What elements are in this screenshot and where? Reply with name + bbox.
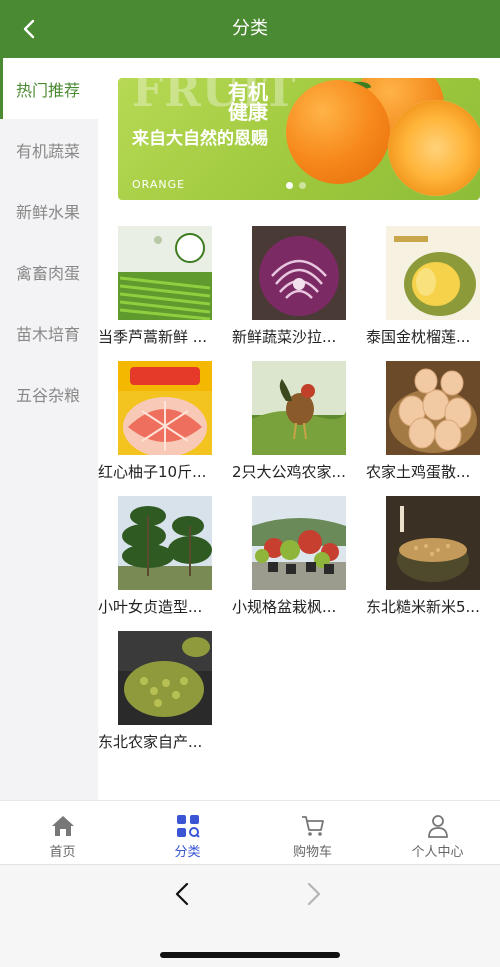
- carousel-dot[interactable]: [299, 182, 306, 189]
- sidebar-item-label: 新鲜水果: [16, 202, 81, 222]
- sidebar-item-fruit[interactable]: 新鲜水果: [0, 180, 98, 241]
- product-card[interactable]: 新鲜蔬菜沙拉...: [232, 226, 366, 361]
- product-image: [386, 361, 480, 455]
- product-name: 当季芦蒿新鲜 ...: [98, 328, 208, 346]
- app-header: 分类: [0, 0, 500, 58]
- product-card[interactable]: 小叶女贞造型...: [98, 496, 232, 631]
- home-icon: [50, 813, 76, 839]
- carousel-dots[interactable]: [286, 182, 306, 189]
- sidebar-item-label: 禽畜肉蛋: [16, 263, 81, 283]
- sidebar-item-organic-veg[interactable]: 有机蔬菜: [0, 119, 98, 180]
- product-image: [386, 226, 480, 320]
- tab-home[interactable]: 首页: [0, 801, 125, 864]
- tab-label: 首页: [49, 845, 76, 860]
- home-indicator: [160, 952, 340, 958]
- product-name: 农家土鸡蛋散...: [366, 463, 471, 481]
- sidebar-item-label: 有机蔬菜: [16, 141, 81, 161]
- banner-slogan: 来自大自然的恩赐: [132, 129, 268, 149]
- browser-toolbar: [0, 864, 500, 967]
- tab-label: 个人中心: [411, 845, 464, 860]
- product-card[interactable]: 小规格盆栽枫...: [232, 496, 366, 631]
- sidebar-item-seedlings[interactable]: 苗木培育: [0, 302, 98, 363]
- orange-image: [286, 80, 390, 184]
- product-card[interactable]: 农家土鸡蛋散...: [366, 361, 500, 496]
- sidebar-item-grains[interactable]: 五谷杂粮: [0, 363, 98, 424]
- tab-category[interactable]: 分类: [125, 801, 250, 864]
- tab-profile[interactable]: 个人中心: [375, 801, 500, 864]
- sidebar-item-meat-eggs[interactable]: 禽畜肉蛋: [0, 241, 98, 302]
- product-name: 新鲜蔬菜沙拉...: [232, 328, 337, 346]
- browser-forward-button[interactable]: [300, 881, 326, 907]
- product-card[interactable]: 东北农家自产...: [98, 631, 232, 766]
- product-image: [252, 361, 346, 455]
- product-image: [252, 496, 346, 590]
- category-icon: [175, 813, 201, 839]
- bottom-tab-bar: 首页 分类 购物车 个人中心: [0, 800, 500, 864]
- content-area: FRUIT 有机 健康 来自大自然的恩赐 ORANGE 当季芦蒿新鲜 ... 新…: [98, 58, 500, 800]
- product-card[interactable]: 当季芦蒿新鲜 ...: [98, 226, 232, 361]
- product-name: 2只大公鸡农家...: [232, 463, 346, 481]
- chevron-left-icon: [175, 882, 189, 906]
- person-icon: [425, 813, 451, 839]
- sidebar-item-label: 五谷杂粮: [16, 385, 81, 405]
- carousel-dot[interactable]: [286, 182, 293, 189]
- product-name: 小叶女贞造型...: [98, 598, 203, 616]
- browser-back-button[interactable]: [170, 881, 196, 907]
- product-card[interactable]: 红心柚子10斤...: [98, 361, 232, 496]
- tab-label: 分类: [174, 845, 201, 860]
- banner-subtext: ORANGE: [132, 178, 186, 191]
- tab-cart[interactable]: 购物车: [250, 801, 375, 864]
- product-image: [118, 496, 212, 590]
- banner-line2: 健康: [228, 100, 268, 124]
- product-name: 红心柚子10斤...: [98, 463, 207, 481]
- chevron-right-icon: [307, 882, 321, 906]
- product-image: [118, 226, 212, 320]
- page-title: 分类: [232, 18, 268, 39]
- product-name: 泰国金枕榴莲...: [366, 328, 471, 346]
- orange-half-image: [388, 100, 480, 196]
- sidebar-item-label: 热门推荐: [16, 80, 81, 100]
- tab-label: 购物车: [292, 845, 332, 860]
- product-name: 东北农家自产...: [98, 733, 203, 751]
- cart-icon: [300, 813, 326, 839]
- product-card[interactable]: 2只大公鸡农家...: [232, 361, 366, 496]
- promo-banner[interactable]: FRUIT 有机 健康 来自大自然的恩赐 ORANGE: [118, 78, 480, 200]
- product-card[interactable]: 泰国金枕榴莲...: [366, 226, 500, 361]
- sidebar-item-hot[interactable]: 热门推荐: [0, 58, 98, 119]
- banner-fruit-text: FRUIT: [132, 78, 297, 117]
- product-image: [252, 226, 346, 320]
- product-image: [118, 361, 212, 455]
- product-name: 小规格盆栽枫...: [232, 598, 337, 616]
- sidebar-item-label: 苗木培育: [16, 324, 81, 344]
- product-card[interactable]: 东北糙米新米5...: [366, 496, 500, 631]
- product-image: [118, 631, 212, 725]
- product-name: 东北糙米新米5...: [366, 598, 480, 616]
- product-image: [386, 496, 480, 590]
- category-sidebar: 热门推荐 有机蔬菜 新鲜水果 禽畜肉蛋 苗木培育 五谷杂粮: [0, 58, 98, 800]
